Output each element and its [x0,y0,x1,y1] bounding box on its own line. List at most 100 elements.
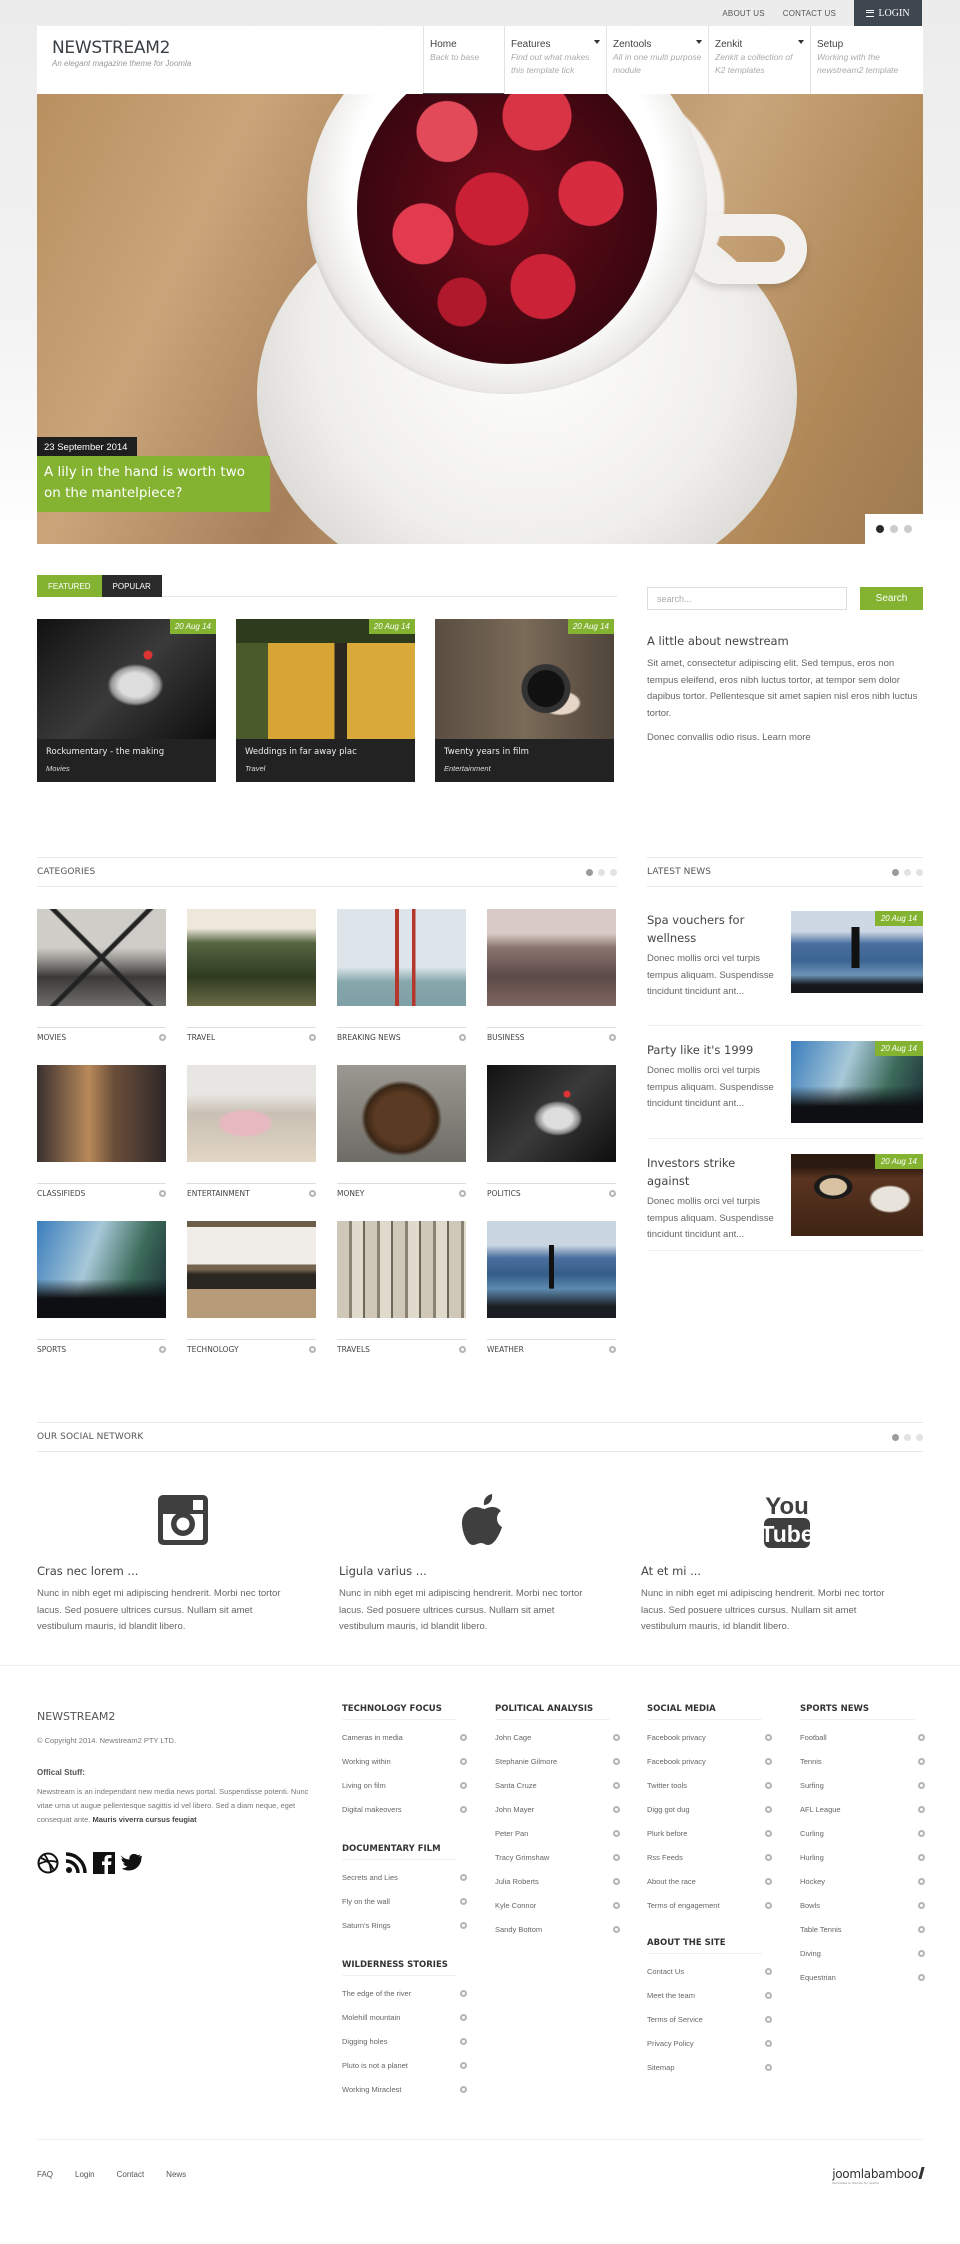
social-title[interactable]: Cras nec lorem ... [37,1564,319,1578]
nav-item-zenkit[interactable]: Zenkit Zenkit a collection of K2 templat… [708,26,810,94]
footer-menu-item[interactable]: Saturn's Rings [342,1913,467,1937]
category-item-classifieds[interactable]: CLASSIFIEDS [37,1065,166,1221]
site-logo[interactable]: NEWSTREAM2 An elegant magazine theme for… [52,38,191,68]
footer-menu-item[interactable]: Sitemap [647,2055,772,2079]
category-item-entertainment[interactable]: ENTERTAINMENT [187,1065,316,1221]
category-item-business[interactable]: BUSINESS [487,909,616,1065]
footer-menu-item[interactable]: Stephanie Gilmore [495,1749,620,1773]
footer-menu-item[interactable]: Terms of engagement [647,1893,772,1917]
footer-menu-item[interactable]: Diving [800,1941,925,1965]
page-dot-2[interactable] [904,1433,911,1441]
category-item-politics[interactable]: POLITICS [487,1065,616,1221]
page-dot-1[interactable] [892,1433,899,1441]
featured-card[interactable]: 20 Aug 14 Twenty years in film Entertain… [435,619,614,782]
featured-card[interactable]: 20 Aug 14 Rockumentary - the making Movi… [37,619,216,782]
search-button[interactable]: Search [860,587,923,610]
facebook-icon[interactable] [93,1852,115,1874]
dribbble-icon[interactable] [37,1852,59,1874]
faq-link[interactable]: FAQ [37,2170,53,2179]
slider-dot-2[interactable] [890,525,898,533]
slider-dot-3[interactable] [904,525,912,533]
footer-menu-item[interactable]: Santa Cruze [495,1773,620,1797]
social-item[interactable]: Ligula varius ... Nunc in nibh eget mi a… [339,1490,621,1636]
hero-caption-link[interactable]: A lily in the hand is worth two on the m… [37,456,270,512]
footer-menu-item[interactable]: Hurling [800,1845,925,1869]
footer-menu-item[interactable]: Julia Roberts [495,1869,620,1893]
news-title[interactable]: Investors strike against [647,1154,777,1190]
footer-menu-item[interactable]: Fly on the wall [342,1889,467,1913]
footer-menu-item[interactable]: Pluto is not a planet [342,2053,467,2077]
news-item[interactable]: Party like it's 1999 Donec mollis orci v… [647,1041,923,1123]
footer-menu-item[interactable]: About the race [647,1869,772,1893]
login-link[interactable]: Login [75,2170,95,2179]
instagram-icon[interactable] [157,1494,209,1546]
social-title[interactable]: At et mi ... [641,1564,923,1578]
footer-menu-item[interactable]: John Mayer [495,1797,620,1821]
footer-menu-item[interactable]: Plurk before [647,1821,772,1845]
category-item-technology[interactable]: TECHNOLOGY [187,1221,316,1377]
page-dot-3[interactable] [916,868,923,876]
social-item[interactable]: You Tube At et mi ... Nunc in nibh eget … [641,1490,923,1636]
footer-menu-item[interactable]: Table Tennis [800,1917,925,1941]
joomlabamboo-logo[interactable]: joomlabamboo templates & themes for joom… [832,2167,925,2185]
footer-menu-item[interactable]: Digging holes [342,2029,467,2053]
footer-menu-item[interactable]: Meet the team [647,1983,772,2007]
news-item[interactable]: Investors strike against Donec mollis or… [647,1154,923,1244]
footer-menu-item[interactable]: Facebook privacy [647,1749,772,1773]
footer-menu-item[interactable]: Tennis [800,1749,925,1773]
social-title[interactable]: Ligula varius ... [339,1564,621,1578]
page-dot-3[interactable] [916,1433,923,1441]
featured-card[interactable]: 20 Aug 14 Weddings in far away plac Trav… [236,619,415,782]
login-button[interactable]: LOGIN [854,0,922,26]
about-us-link[interactable]: ABOUT US [722,9,764,18]
page-dot-1[interactable] [892,868,899,876]
nav-item-setup[interactable]: Setup Working with the newstream2 templa… [810,26,922,94]
footer-menu-item[interactable]: Digital makeovers [342,1797,467,1821]
nav-item-zentools[interactable]: Zentools All in one multi purpose module [606,26,708,94]
category-item-movies[interactable]: MOVIES [37,909,166,1065]
footer-menu-item[interactable]: Living on film [342,1773,467,1797]
category-item-breaking-news[interactable]: BREAKING NEWS [337,909,466,1065]
contact-link[interactable]: Contact [117,2170,145,2179]
page-dot-3[interactable] [610,868,617,876]
footer-menu-item[interactable]: Sandy Bottom [495,1917,620,1941]
footer-menu-item[interactable]: Peter Pan [495,1821,620,1845]
footer-menu-item[interactable]: AFL League [800,1797,925,1821]
apple-icon[interactable] [462,1492,508,1548]
footer-menu-item[interactable]: Football [800,1725,925,1749]
category-item-travels[interactable]: TRAVELS [337,1221,466,1377]
footer-menu-item[interactable]: Rss Feeds [647,1845,772,1869]
category-item-travel[interactable]: TRAVEL [187,909,316,1065]
footer-menu-item[interactable]: Hockey [800,1869,925,1893]
category-item-weather[interactable]: WEATHER [487,1221,616,1377]
search-input[interactable]: search... [647,587,847,610]
footer-menu-item[interactable]: Surfing [800,1773,925,1797]
tab-featured[interactable]: FEATURED [37,575,102,597]
footer-menu-item[interactable]: Terms of Service [647,2007,772,2031]
news-link[interactable]: News [166,2170,186,2179]
social-item[interactable]: Cras nec lorem ... Nunc in nibh eget mi … [37,1490,319,1636]
footer-menu-item[interactable]: John Cage [495,1725,620,1749]
footer-menu-item[interactable]: Working Miraclest [342,2077,467,2101]
footer-menu-item[interactable]: Twitter tools [647,1773,772,1797]
footer-menu-item[interactable]: Equestrian [800,1965,925,1989]
footer-menu-item[interactable]: Facebook privacy [647,1725,772,1749]
twitter-icon[interactable] [121,1853,143,1873]
featured-title[interactable]: Twenty years in film [444,747,529,757]
rss-icon[interactable] [65,1852,87,1874]
news-item[interactable]: Spa vouchers for wellness Donec mollis o… [647,911,923,1001]
youtube-icon[interactable]: You Tube [761,1490,813,1550]
hero-slider[interactable]: 23 September 2014 A lily in the hand is … [37,94,923,544]
contact-us-link[interactable]: CONTACT US [783,9,836,18]
page-dot-2[interactable] [904,868,911,876]
page-dot-1[interactable] [586,868,593,876]
featured-category[interactable]: Entertainment [444,764,491,773]
featured-category[interactable]: Movies [46,764,70,773]
footer-menu-item[interactable]: Digg got dug [647,1797,772,1821]
footer-menu-item[interactable]: The edge of the river [342,1981,467,2005]
learn-more-link[interactable]: Donec convallis odio risus. Learn more [647,732,811,743]
category-item-sports[interactable]: SPORTS [37,1221,166,1377]
footer-menu-item[interactable]: Secrets and Lies [342,1865,467,1889]
news-title[interactable]: Spa vouchers for wellness [647,911,777,947]
nav-item-home[interactable]: Home Back to base [423,26,504,97]
